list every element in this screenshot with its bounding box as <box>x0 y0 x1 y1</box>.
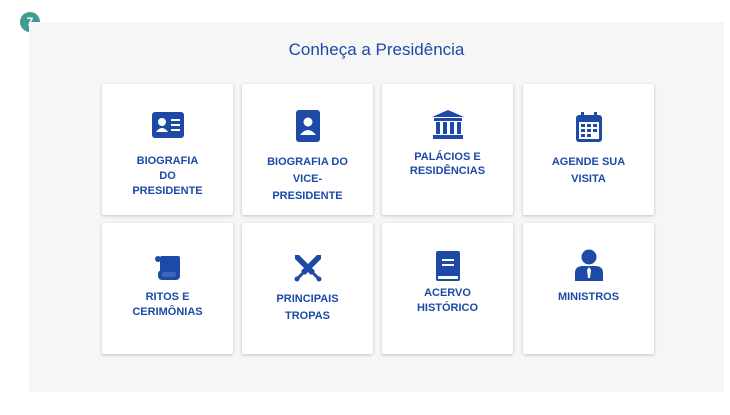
card-label: RITOS E CERIMÔNIAS <box>132 291 203 318</box>
calendar-icon <box>575 112 602 142</box>
card-acervo-historico[interactable]: ACERVO HISTÓRICO <box>382 223 513 354</box>
card-label: AGENDE SUA VISITA <box>551 156 626 185</box>
card-palacios-residencias[interactable]: PALÁCIOS E RESIDÊNCIAS <box>382 84 513 215</box>
person-badge-icon <box>295 110 320 142</box>
card-label: ACERVO HISTÓRICO <box>416 287 479 314</box>
card-label: BIOGRAFIA DO PRESIDENTE <box>132 155 203 197</box>
card-label: MINISTROS <box>557 291 620 303</box>
card-agende-visita[interactable]: AGENDE SUA VISITA <box>523 84 654 215</box>
card-label: PALÁCIOS E RESIDÊNCIAS <box>409 151 486 177</box>
card-ritos-cerimonias[interactable]: RITOS E CERIMÔNIAS <box>102 223 233 354</box>
card-label: BIOGRAFIA DO VICE- PRESIDENTE <box>267 156 348 202</box>
card-biografia-vice-presidente[interactable]: BIOGRAFIA DO VICE- PRESIDENTE <box>242 84 373 215</box>
section-title: Conheça a Presidência <box>288 40 465 59</box>
card-ministros[interactable]: MINISTROS <box>523 223 654 354</box>
user-tie-icon <box>574 249 603 281</box>
card-label: PRINCIPAIS TROPAS <box>276 293 339 322</box>
scroll-icon <box>154 256 180 280</box>
crossed-swords-icon <box>294 255 321 282</box>
id-card-icon <box>151 112 184 138</box>
card-principais-tropas[interactable]: PRINCIPAIS TROPAS <box>242 223 373 354</box>
presidency-section: Conheça a Presidência BIOGRAFIA DO PRESI… <box>29 22 724 392</box>
building-icon <box>431 110 464 139</box>
book-icon <box>435 251 460 281</box>
card-biografia-presidente[interactable]: BIOGRAFIA DO PRESIDENTE <box>102 84 233 215</box>
